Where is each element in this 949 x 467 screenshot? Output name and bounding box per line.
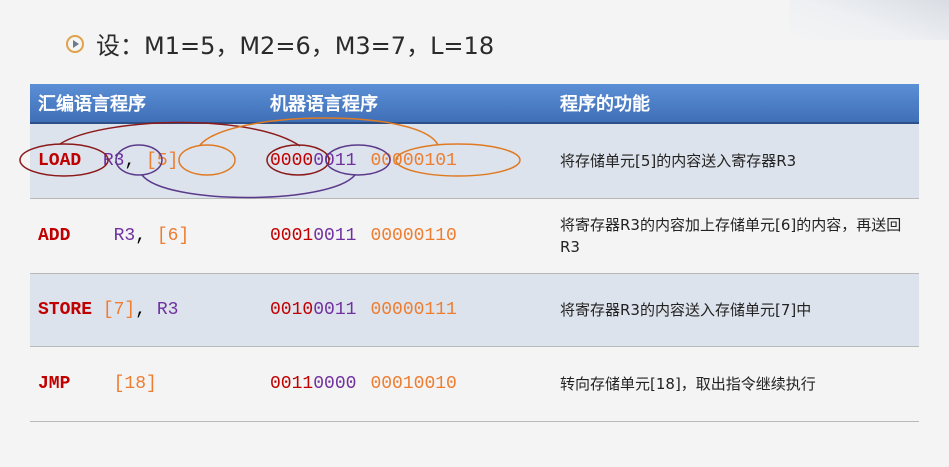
table-row: STORE [7], R3 00100011 00000111 将寄存器R3的内容… (30, 274, 919, 347)
machine-cell: 00100011 00000111 (268, 300, 558, 320)
operand-2: [6] (156, 226, 190, 246)
title-row: 设：M1=5，M2=6，M3=7，L=18 (66, 26, 494, 61)
assembly-cell: JMP [18] (30, 374, 268, 394)
opcode-mnemonic: JMP (38, 374, 71, 394)
page-title: 设：M1=5，M2=6，M3=7，L=18 (96, 32, 495, 60)
table-row: ADD R3, [6] 00010011 00000110 将寄存器R3的内容加上… (30, 199, 919, 274)
machine-cell: 00000011 00000101 (268, 151, 558, 171)
operand-comma: , (124, 151, 147, 171)
bits-memory: 00000101 (370, 151, 457, 171)
corner-decoration (789, 0, 949, 40)
function-cell: 转向存储单元[18]，取出指令继续执行 (560, 375, 816, 393)
bits-register: 0011 (313, 300, 357, 320)
header-function: 程序的功能 (560, 94, 650, 115)
opcode-mnemonic: ADD (38, 226, 71, 246)
assembly-cell: LOAD R3, [5] (30, 151, 268, 171)
operand-2: [5] (146, 151, 179, 171)
bits-register: 0011 (313, 226, 357, 246)
operand-comma: , (135, 300, 157, 320)
opcode-mnemonic: LOAD (38, 151, 82, 171)
function-cell: 将存储单元[5]的内容送入寄存器R3 (560, 152, 797, 170)
opcode-mnemonic: STORE (38, 300, 93, 320)
function-cell: 将寄存器R3的内容送入存储单元[7]中 (560, 301, 812, 319)
table-row: LOAD R3, [5] 00000011 00000101 将存储单元[5]的内… (30, 124, 919, 199)
operand-1: R3 (102, 151, 125, 171)
bits-memory: 00000110 (370, 226, 457, 246)
assembly-cell: STORE [7], R3 (30, 300, 268, 320)
header-assembly: 汇编语言程序 (38, 94, 146, 115)
machine-cell: 00110000 00010010 (268, 374, 558, 394)
bits-opcode: 0010 (270, 300, 314, 320)
operand-comma: , (135, 226, 157, 246)
bits-memory: 00010010 (370, 374, 457, 394)
header-machine: 机器语言程序 (270, 94, 378, 115)
operand-2: R3 (156, 300, 179, 320)
bits-memory: 00000111 (370, 300, 457, 320)
bits-register: 0000 (313, 374, 357, 394)
machine-cell: 00010011 00000110 (268, 226, 558, 246)
operand-1: R3 (113, 226, 136, 246)
instruction-table: 汇编语言程序 机器语言程序 程序的功能 LOAD R3, [5] 0000001… (30, 84, 919, 422)
play-bullet-icon (66, 34, 84, 53)
operand-1: [18] (113, 374, 157, 394)
bits-opcode: 0001 (270, 226, 314, 246)
table-row: JMP [18] 00110000 00010010 转向存储单元[18]，取出指… (30, 347, 919, 422)
bits-opcode: 0000 (270, 151, 314, 171)
function-cell: 将寄存器R3的内容加上存储单元[6]的内容，再送回R3 (560, 216, 902, 256)
operand-1: [7] (102, 300, 136, 320)
bits-register: 0011 (313, 151, 357, 171)
assembly-cell: ADD R3, [6] (30, 226, 268, 246)
bits-opcode: 0011 (270, 374, 314, 394)
table-header: 汇编语言程序 机器语言程序 程序的功能 (30, 84, 919, 124)
